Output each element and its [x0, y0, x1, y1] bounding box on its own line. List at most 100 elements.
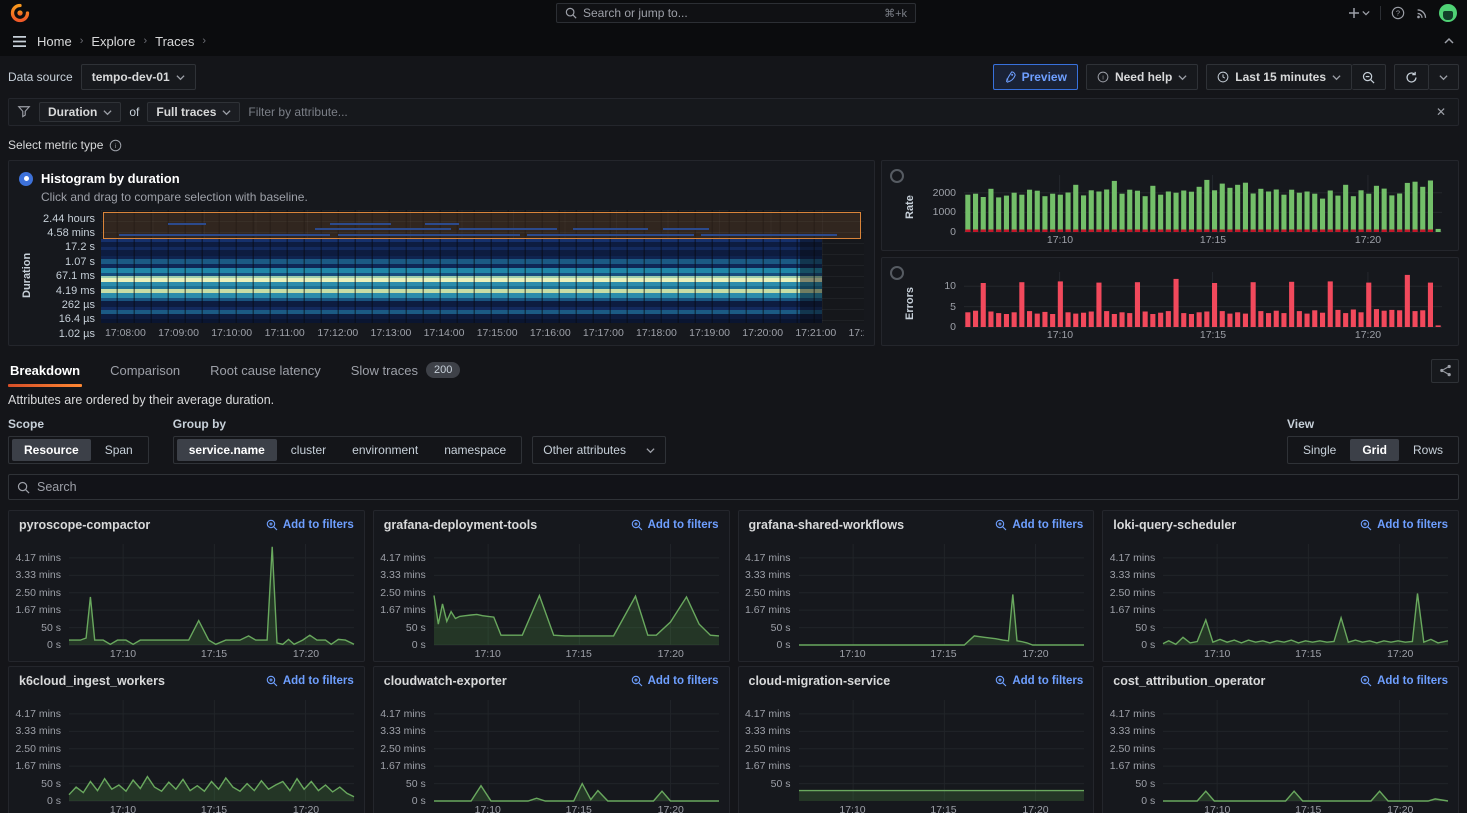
menu-toggle-button[interactable] [12, 35, 27, 48]
service-panel-loki-query-scheduler: loki-query-scheduler Add to filters 4.17… [1102, 510, 1459, 662]
info-circle-icon[interactable]: i [109, 139, 122, 152]
zoom-out-time-button[interactable] [1352, 64, 1386, 90]
tab-root-cause-latency[interactable]: Root cause latency [208, 355, 323, 387]
service-title: cloud-migration-service [749, 674, 891, 688]
magnifier-minus-icon [1362, 71, 1375, 84]
service-panel-grafana-deployment-tools: grafana-deployment-tools Add to filters … [373, 510, 730, 662]
add-to-filters-label: Add to filters [283, 675, 354, 687]
need-help-button[interactable]: i Need help [1086, 64, 1198, 90]
rocket-icon [1004, 71, 1016, 83]
heatmap-plot[interactable] [101, 210, 864, 323]
filter-attribute-input[interactable] [248, 105, 1424, 119]
group-by-option-namespace[interactable]: namespace [432, 439, 518, 461]
refresh-button[interactable] [1394, 64, 1429, 90]
breadcrumb: Home › Explore › Traces › [37, 34, 206, 49]
tab-comparison[interactable]: Comparison [108, 355, 182, 387]
breadcrumb-explore[interactable]: Explore [91, 34, 135, 49]
service-title: loki-query-scheduler [1113, 518, 1236, 532]
rss-icon [1415, 6, 1429, 20]
duration-heatmap: Duration 2.44 hours4.58 mins17.2 s1.07 s… [19, 210, 864, 341]
service-chart: 4.17 mins3.33 mins2.50 mins1.67 mins50 s… [739, 534, 1094, 661]
errors-panel: Errors 051017:1017:1517:20 [881, 257, 1459, 346]
service-panel-k6cloud-ingest-workers: k6cloud_ingest_workers Add to filters 4.… [8, 666, 365, 813]
other-attributes-select[interactable]: Other attributes [532, 436, 666, 464]
breadcrumb-home[interactable]: Home [37, 34, 72, 49]
add-to-filters-label: Add to filters [1012, 675, 1083, 687]
time-range-picker[interactable]: Last 15 minutes [1206, 64, 1352, 90]
view-option-single[interactable]: Single [1291, 439, 1348, 461]
view-radio-group: Single Grid Rows [1287, 436, 1459, 464]
add-to-filters-label: Add to filters [648, 675, 719, 687]
errors-chart: 051017:1017:1517:20 [918, 264, 1450, 343]
new-item-button[interactable] [1348, 7, 1370, 19]
add-to-filters-button[interactable]: Add to filters [266, 675, 354, 687]
histogram-radio[interactable] [19, 172, 33, 186]
grafana-logo-icon[interactable] [10, 3, 30, 23]
news-button[interactable] [1415, 6, 1429, 20]
add-to-filters-button[interactable]: Add to filters [266, 519, 354, 531]
main-content: Data source tempo-dev-01 Preview i Need … [0, 56, 1467, 813]
top-nav: ⌘+k ? [0, 0, 1467, 26]
breadcrumb-row: Home › Explore › Traces › [0, 26, 1467, 56]
scope-option-resource[interactable]: Resource [12, 439, 91, 461]
heatmap-selection-box[interactable] [103, 212, 861, 239]
controls-row: Scope Resource Span Group by service.nam… [8, 417, 1459, 464]
services-grid: pyroscope-compactor Add to filters 4.17 … [8, 510, 1459, 813]
group-by-option-service-name[interactable]: service.name [177, 439, 277, 461]
filter-traces-dropdown[interactable]: Full traces [147, 102, 240, 122]
tab-label: Root cause latency [210, 363, 321, 378]
add-to-filters-button[interactable]: Add to filters [631, 519, 719, 531]
group-by-option-cluster[interactable]: cluster [279, 439, 338, 461]
refresh-interval-button[interactable] [1429, 64, 1459, 90]
add-to-filters-button[interactable]: Add to filters [631, 675, 719, 687]
view-option-grid[interactable]: Grid [1350, 439, 1399, 461]
share-icon [1439, 364, 1452, 377]
group-by-option-environment[interactable]: environment [340, 439, 430, 461]
question-circle-icon: ? [1391, 6, 1405, 20]
plus-icon [1348, 7, 1360, 19]
filter-traces-value: Full traces [156, 105, 216, 119]
filter-bar: Duration of Full traces ✕ [8, 98, 1459, 126]
clear-filters-button[interactable]: ✕ [1432, 103, 1450, 121]
scope-label: Scope [8, 417, 149, 431]
metric-charts-row: Histogram by duration Click and drag to … [8, 160, 1459, 346]
chevron-down-icon [1178, 73, 1187, 82]
global-search[interactable]: ⌘+k [556, 3, 916, 23]
rate-chart: 01000200017:1017:1517:20 [918, 167, 1450, 248]
toolbar: Data source tempo-dev-01 Preview i Need … [8, 64, 1459, 90]
need-help-label: Need help [1115, 70, 1172, 84]
attribute-search[interactable] [8, 474, 1459, 500]
add-to-filters-button[interactable]: Add to filters [995, 675, 1083, 687]
service-chart: 4.17 mins3.33 mins2.50 mins1.67 mins50 s… [374, 534, 729, 661]
service-panel-cost-attribution-operator: cost_attribution_operator Add to filters… [1102, 666, 1459, 813]
time-range-label: Last 15 minutes [1235, 70, 1326, 84]
filter-field-dropdown[interactable]: Duration [39, 102, 121, 122]
preview-button[interactable]: Preview [993, 64, 1078, 90]
data-source-picker[interactable]: tempo-dev-01 [81, 64, 196, 90]
user-avatar[interactable] [1439, 4, 1457, 22]
view-label: View [1287, 417, 1459, 431]
add-to-filters-button[interactable]: Add to filters [1360, 519, 1448, 531]
heatmap-dim-column [800, 239, 822, 323]
service-title: pyroscope-compactor [19, 518, 150, 532]
tab-label: Slow traces [351, 363, 418, 378]
chevron-down-icon [646, 446, 655, 455]
share-button[interactable] [1431, 359, 1459, 383]
errors-y-axis-title: Errors [902, 264, 918, 343]
add-to-filters-button[interactable]: Add to filters [1360, 675, 1448, 687]
scope-option-span[interactable]: Span [93, 439, 145, 461]
collapse-header-button[interactable] [1443, 35, 1455, 47]
view-option-rows[interactable]: Rows [1401, 439, 1455, 461]
attribute-search-input[interactable] [37, 480, 1450, 494]
add-to-filters-button[interactable]: Add to filters [995, 519, 1083, 531]
breadcrumb-separator: › [80, 35, 84, 47]
global-search-input[interactable] [583, 6, 878, 20]
tab-slow-traces[interactable]: Slow traces 200 [349, 354, 463, 387]
divider [1380, 6, 1381, 20]
breadcrumb-traces[interactable]: Traces [155, 34, 194, 49]
svg-text:?: ? [1396, 9, 1400, 18]
chevron-down-icon [103, 108, 112, 117]
rate-panel: Rate 01000200017:1017:1517:20 [881, 160, 1459, 251]
help-button[interactable]: ? [1391, 6, 1405, 20]
tab-breakdown[interactable]: Breakdown [8, 355, 82, 387]
